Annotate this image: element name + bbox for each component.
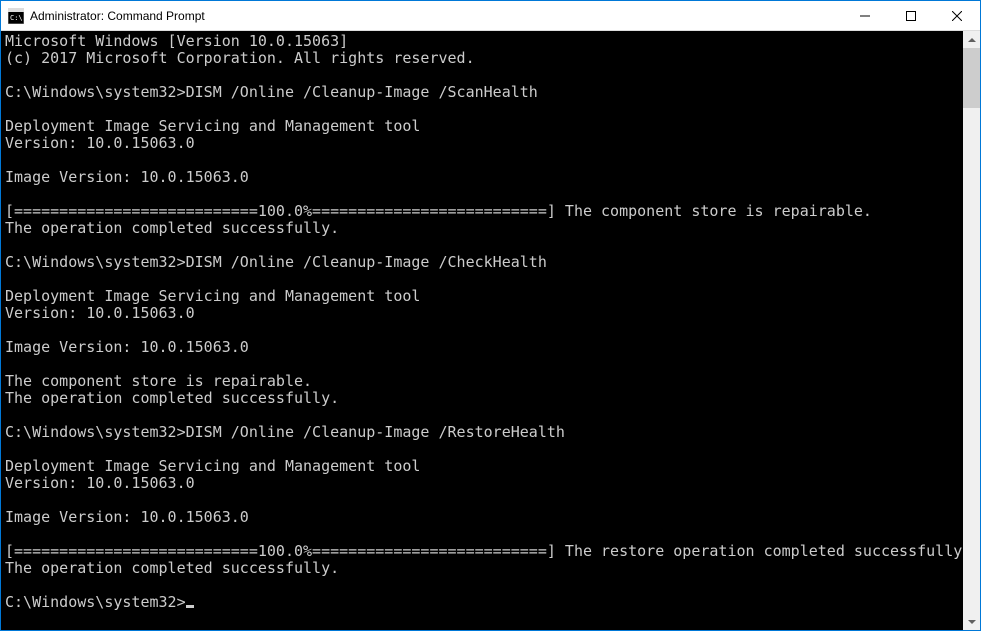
console-wrapper: Microsoft Windows [Version 10.0.15063] (… <box>1 31 980 630</box>
scroll-up-button[interactable] <box>963 31 980 48</box>
window-controls <box>842 1 980 30</box>
cursor <box>186 605 194 608</box>
scroll-down-button[interactable] <box>963 613 980 630</box>
maximize-button[interactable] <box>888 1 934 30</box>
window-title: Administrator: Command Prompt <box>30 9 842 23</box>
cmd-icon: C:\ <box>8 8 24 24</box>
titlebar[interactable]: C:\ Administrator: Command Prompt <box>1 1 980 31</box>
minimize-button[interactable] <box>842 1 888 30</box>
scrollbar-thumb[interactable] <box>963 48 980 108</box>
svg-text:C:\: C:\ <box>10 14 23 22</box>
vertical-scrollbar[interactable] <box>963 31 980 630</box>
scrollbar-track[interactable] <box>963 48 980 613</box>
console-output[interactable]: Microsoft Windows [Version 10.0.15063] (… <box>1 31 963 630</box>
close-button[interactable] <box>934 1 980 30</box>
